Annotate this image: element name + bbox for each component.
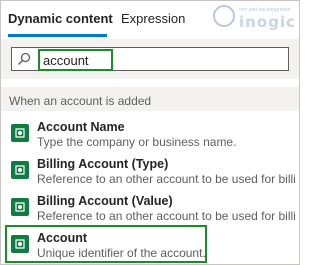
trigger-section-header: When an account is added	[1, 87, 299, 111]
dataverse-icon	[11, 235, 29, 253]
item-description: Reference to an other account to be used…	[37, 172, 295, 186]
logo-mark-icon	[213, 5, 235, 27]
dynamic-content-panel: Dynamic content Expression crm and erp i…	[0, 0, 300, 265]
item-name: Billing Account (Type)	[37, 157, 169, 171]
search-area	[1, 39, 299, 79]
dataverse-icon	[11, 161, 29, 179]
tab-bar: Dynamic content Expression crm and erp i…	[1, 1, 299, 39]
item-description: Unique identifier of the account.	[37, 246, 206, 260]
search-input[interactable]	[38, 49, 113, 71]
dataverse-icon	[11, 198, 29, 216]
tab-expression[interactable]: Expression	[121, 11, 185, 27]
section-title: When an account is added	[9, 94, 152, 108]
item-name: Billing Account (Value)	[37, 194, 173, 208]
item-name: Account Name	[37, 120, 125, 134]
inogic-logo: crm and erp integration inogic	[213, 4, 297, 34]
item-name: Account	[37, 231, 87, 245]
tab-dynamic-content[interactable]: Dynamic content	[8, 11, 113, 27]
list-item-account[interactable]: Account Unique identifier of the account…	[1, 225, 299, 263]
dataverse-icon	[11, 124, 29, 142]
list-item-billing-account-value[interactable]: Billing Account (Value) Reference to an …	[1, 188, 299, 226]
list-item-account-name[interactable]: Account Name Type the company or busines…	[1, 114, 299, 152]
active-tab-indicator	[8, 34, 107, 37]
list-item-billing-account-type[interactable]: Billing Account (Type) Reference to an o…	[1, 151, 299, 189]
logo-brand: inogic	[239, 13, 296, 31]
item-description: Reference to an other account to be used…	[37, 209, 295, 223]
search-box[interactable]	[11, 47, 289, 71]
item-description: Type the company or business name.	[37, 135, 237, 149]
search-icon	[18, 52, 31, 65]
